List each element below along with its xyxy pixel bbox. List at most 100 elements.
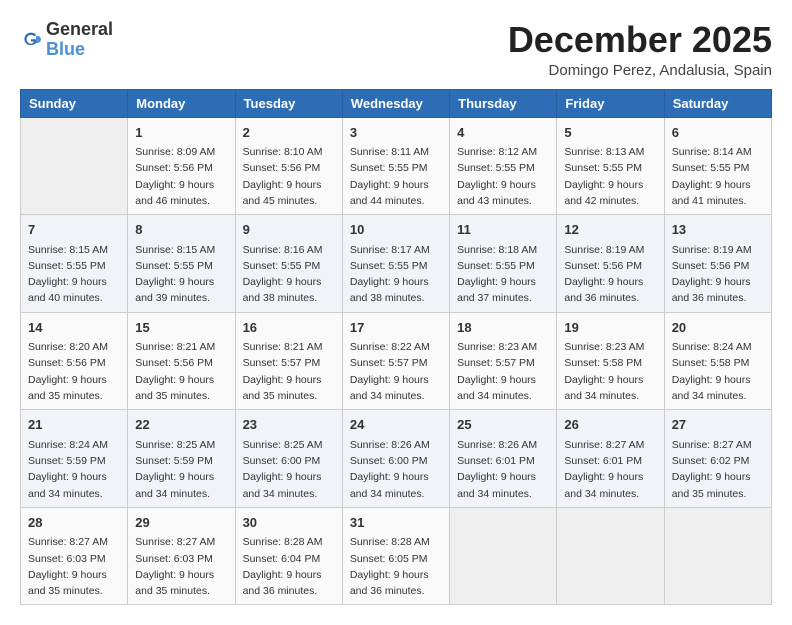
day-number: 18 [457,318,549,338]
day-number: 30 [243,513,335,533]
logo: General Blue [20,20,113,60]
week-row-1: 7 Sunrise: 8:15 AMSunset: 5:55 PMDaylight… [21,215,772,313]
day-number: 24 [350,415,442,435]
day-cell-8: 8Sunrise: 8:15 AMSunset: 5:55 PMDaylight… [128,215,235,313]
empty-cell [557,507,664,605]
day-cell-5: 5Sunrise: 8:13 AMSunset: 5:55 PMDaylight… [557,117,664,215]
day-cell-17: 17Sunrise: 8:22 AMSunset: 5:57 PMDayligh… [342,312,449,410]
day-number: 3 [350,123,442,143]
location: Domingo Perez, Andalusia, Spain [508,62,772,79]
day-info: Sunrise: 8:21 AMSunset: 5:56 PMDaylight:… [135,339,227,404]
day-info: Sunrise: 8:25 AMSunset: 5:59 PMDaylight:… [135,437,227,502]
logo-blue: Blue [46,40,113,60]
day-info: Sunrise: 8:11 AMSunset: 5:55 PMDaylight:… [350,144,442,209]
day-number: 4 [457,123,549,143]
day-info: Sunrise: 8:13 AMSunset: 5:55 PMDaylight:… [564,144,656,209]
day-info: Sunrise: 8:10 AMSunset: 5:56 PMDaylight:… [243,144,335,209]
day-number: 7 [28,220,120,240]
weekday-tuesday: Tuesday [235,89,342,117]
header: General Blue December 2025 Domingo Perez… [20,20,772,79]
day-number: 6 [672,123,764,143]
day-cell-3: 3Sunrise: 8:11 AMSunset: 5:55 PMDaylight… [342,117,449,215]
day-info: Sunrise: 8:21 AMSunset: 5:57 PMDaylight:… [243,339,335,404]
empty-cell [664,507,771,605]
day-number: 12 [564,220,656,240]
week-row-3: 21Sunrise: 8:24 AMSunset: 5:59 PMDayligh… [21,410,772,508]
logo-general: General [46,20,113,40]
day-number: 14 [28,318,120,338]
day-number: 16 [243,318,335,338]
day-cell-10: 10Sunrise: 8:17 AMSunset: 5:55 PMDayligh… [342,215,449,313]
day-cell-13: 13Sunrise: 8:19 AMSunset: 5:56 PMDayligh… [664,215,771,313]
day-info: Sunrise: 8:27 AMSunset: 6:03 PMDaylight:… [135,534,227,599]
day-info: Sunrise: 8:22 AMSunset: 5:57 PMDaylight:… [350,339,442,404]
title-area: December 2025 Domingo Perez, Andalusia, … [508,20,772,79]
day-cell-26: 26Sunrise: 8:27 AMSunset: 6:01 PMDayligh… [557,410,664,508]
day-info: Sunrise: 8:23 AMSunset: 5:57 PMDaylight:… [457,339,549,404]
day-number: 28 [28,513,120,533]
empty-cell [21,117,128,215]
day-cell-2: 2Sunrise: 8:10 AMSunset: 5:56 PMDaylight… [235,117,342,215]
day-info: Sunrise: 8:19 AMSunset: 5:56 PMDaylight:… [672,242,764,307]
day-number: 27 [672,415,764,435]
day-number: 22 [135,415,227,435]
day-cell-28: 28Sunrise: 8:27 AMSunset: 6:03 PMDayligh… [21,507,128,605]
day-cell-29: 29Sunrise: 8:27 AMSunset: 6:03 PMDayligh… [128,507,235,605]
day-info: Sunrise: 8:16 AMSunset: 5:55 PMDaylight:… [243,242,335,307]
day-number: 15 [135,318,227,338]
day-cell-6: 6Sunrise: 8:14 AMSunset: 5:55 PMDaylight… [664,117,771,215]
day-cell-12: 12Sunrise: 8:19 AMSunset: 5:56 PMDayligh… [557,215,664,313]
week-row-4: 28 Sunrise: 8:27 AMSunset: 6:03 PMDayligh… [21,507,772,605]
day-number: 17 [350,318,442,338]
logo-icon [20,29,42,51]
day-info: Sunrise: 8:27 AMSunset: 6:02 PMDaylight:… [672,437,764,502]
day-cell-23: 23Sunrise: 8:25 AMSunset: 6:00 PMDayligh… [235,410,342,508]
weekday-header-row: SundayMondayTuesdayWednesdayThursdayFrid… [21,89,772,117]
day-info: Sunrise: 8:20 AMSunset: 5:56 PMDaylight:… [28,339,120,404]
day-info: Sunrise: 8:09 AMSunset: 5:56 PMDaylight:… [135,144,227,209]
day-number: 25 [457,415,549,435]
day-cell-14: 14Sunrise: 8:20 AMSunset: 5:56 PMDayligh… [21,312,128,410]
day-number: 19 [564,318,656,338]
empty-cell [450,507,557,605]
day-cell-21: 21Sunrise: 8:24 AMSunset: 5:59 PMDayligh… [21,410,128,508]
day-info: Sunrise: 8:18 AMSunset: 5:55 PMDaylight:… [457,242,549,307]
day-cell-11: 11Sunrise: 8:18 AMSunset: 5:55 PMDayligh… [450,215,557,313]
day-info: Sunrise: 8:26 AMSunset: 6:00 PMDaylight:… [350,437,442,502]
day-cell-25: 25Sunrise: 8:26 AMSunset: 6:01 PMDayligh… [450,410,557,508]
day-cell-27: 27Sunrise: 8:27 AMSunset: 6:02 PMDayligh… [664,410,771,508]
day-number: 21 [28,415,120,435]
day-info: Sunrise: 8:24 AMSunset: 5:58 PMDaylight:… [672,339,764,404]
day-cell-20: 20Sunrise: 8:24 AMSunset: 5:58 PMDayligh… [664,312,771,410]
day-info: Sunrise: 8:23 AMSunset: 5:58 PMDaylight:… [564,339,656,404]
day-info: Sunrise: 8:25 AMSunset: 6:00 PMDaylight:… [243,437,335,502]
day-number: 13 [672,220,764,240]
day-cell-18: 18Sunrise: 8:23 AMSunset: 5:57 PMDayligh… [450,312,557,410]
day-number: 10 [350,220,442,240]
day-cell-31: 31Sunrise: 8:28 AMSunset: 6:05 PMDayligh… [342,507,449,605]
day-number: 23 [243,415,335,435]
day-number: 2 [243,123,335,143]
day-number: 9 [243,220,335,240]
day-info: Sunrise: 8:28 AMSunset: 6:05 PMDaylight:… [350,534,442,599]
weekday-monday: Monday [128,89,235,117]
day-info: Sunrise: 8:26 AMSunset: 6:01 PMDaylight:… [457,437,549,502]
day-cell-1: 1Sunrise: 8:09 AMSunset: 5:56 PMDaylight… [128,117,235,215]
calendar-body: 1Sunrise: 8:09 AMSunset: 5:56 PMDaylight… [21,117,772,605]
day-info: Sunrise: 8:12 AMSunset: 5:55 PMDaylight:… [457,144,549,209]
day-info: Sunrise: 8:19 AMSunset: 5:56 PMDaylight:… [564,242,656,307]
day-info: Sunrise: 8:15 AMSunset: 5:55 PMDaylight:… [135,242,227,307]
weekday-saturday: Saturday [664,89,771,117]
weekday-thursday: Thursday [450,89,557,117]
day-cell-19: 19Sunrise: 8:23 AMSunset: 5:58 PMDayligh… [557,312,664,410]
weekday-friday: Friday [557,89,664,117]
day-cell-16: 16Sunrise: 8:21 AMSunset: 5:57 PMDayligh… [235,312,342,410]
day-cell-22: 22Sunrise: 8:25 AMSunset: 5:59 PMDayligh… [128,410,235,508]
day-number: 1 [135,123,227,143]
day-cell-15: 15Sunrise: 8:21 AMSunset: 5:56 PMDayligh… [128,312,235,410]
day-info: Sunrise: 8:27 AMSunset: 6:01 PMDaylight:… [564,437,656,502]
weekday-wednesday: Wednesday [342,89,449,117]
day-info: Sunrise: 8:24 AMSunset: 5:59 PMDaylight:… [28,437,120,502]
day-info: Sunrise: 8:17 AMSunset: 5:55 PMDaylight:… [350,242,442,307]
week-row-2: 14Sunrise: 8:20 AMSunset: 5:56 PMDayligh… [21,312,772,410]
